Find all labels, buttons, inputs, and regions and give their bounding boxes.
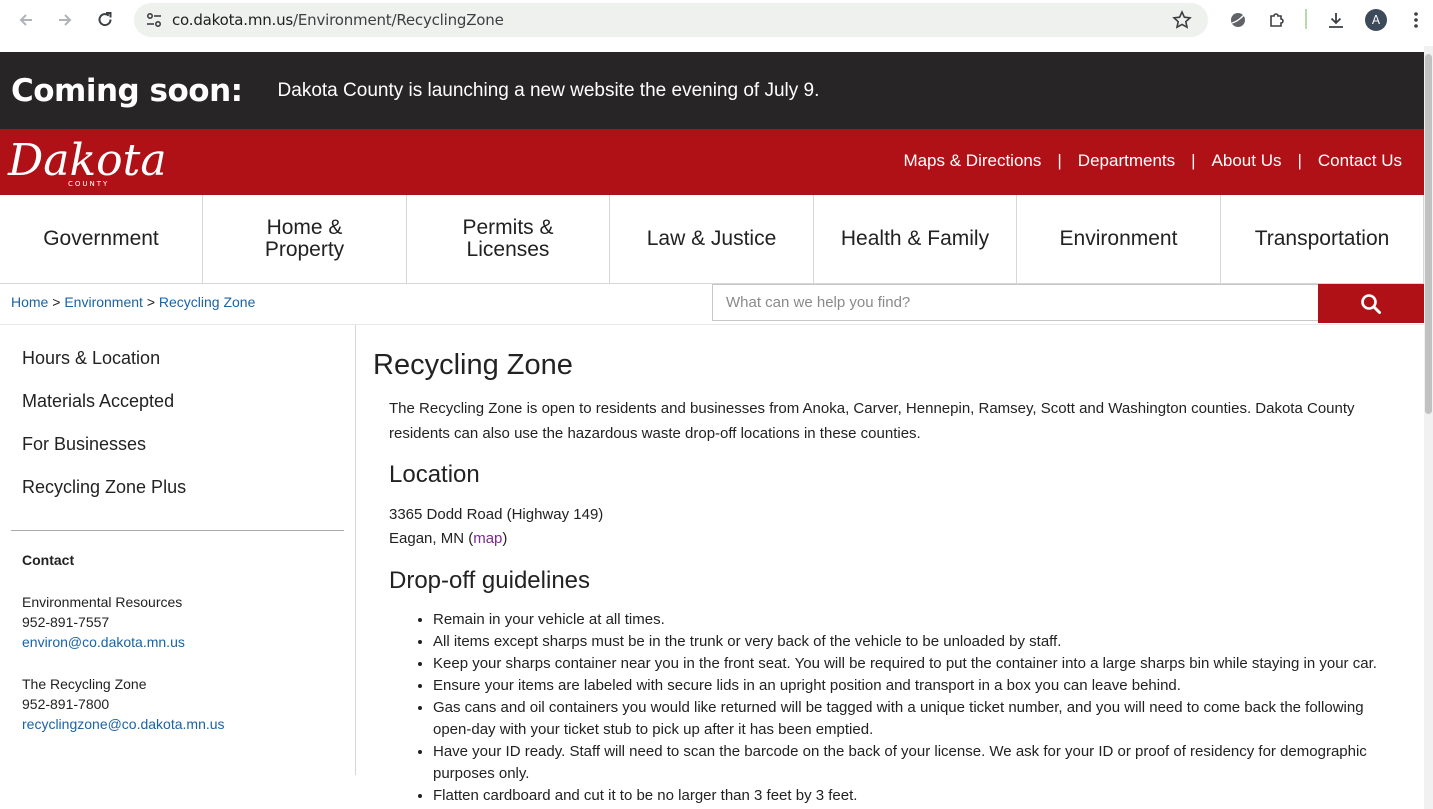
list-item: Ensure your items are labeled with secur… <box>433 675 1393 697</box>
list-item: Flatten cardboard and cut it to be no la… <box>433 785 1393 807</box>
contact-phone: 952-891-7800 <box>22 696 110 712</box>
list-item: All items except sharps must be in the t… <box>433 631 1393 653</box>
maps-directions-link[interactable]: Maps & Directions <box>903 151 1041 171</box>
main-content: Recycling Zone The Recycling Zone is ope… <box>373 325 1413 807</box>
toolbar-divider <box>1305 9 1307 29</box>
sidebar-divider <box>11 530 344 531</box>
logo-subtext: COUNTY <box>68 180 109 188</box>
dropoff-heading: Drop-off guidelines <box>389 567 591 594</box>
utility-links: Maps & Directions | Departments | About … <box>903 151 1402 171</box>
list-item: Keep your sharps container near you in t… <box>433 653 1393 675</box>
nav-environment[interactable]: Environment <box>1017 195 1221 283</box>
dakota-county-logo[interactable]: Dakota COUNTY <box>6 133 176 191</box>
guidelines-list: Remain in your vehicle at all times. All… <box>433 609 1393 807</box>
breadcrumb-environment[interactable]: Environment <box>64 294 143 310</box>
contact-phone: 952-891-7557 <box>22 614 110 630</box>
reload-icon[interactable] <box>85 0 125 40</box>
nav-transportation[interactable]: Transportation <box>1221 195 1424 283</box>
web-page: Coming soon: Dakota County is launching … <box>0 52 1424 809</box>
browser-toolbar: co.dakota.mn.us/Environment/RecyclingZon… <box>0 0 1433 46</box>
util-separator: | <box>1191 151 1196 170</box>
breadcrumb: Home > Environment > Recycling Zone <box>11 294 255 310</box>
nav-health-family[interactable]: Health & Family <box>814 195 1017 283</box>
nav-law-justice[interactable]: Law & Justice <box>610 195 814 283</box>
sidebar-nav: Hours & Location Materials Accepted For … <box>0 325 355 519</box>
search-input[interactable] <box>713 285 1318 320</box>
address-line: 3365 Dodd Road (Highway 149) <box>389 506 604 523</box>
page-scrollbar[interactable] <box>1424 46 1433 809</box>
puzzle-icon[interactable] <box>1265 6 1289 34</box>
search-box <box>712 284 1319 321</box>
sidebar-item-materials-accepted[interactable]: Materials Accepted <box>22 390 355 433</box>
intro-paragraph: The Recycling Zone is open to residents … <box>389 400 1355 442</box>
sidebar-item-for-businesses[interactable]: For Businesses <box>22 433 355 476</box>
main-navigation: Government Home & Property Permits & Lic… <box>0 195 1424 284</box>
forward-icon[interactable] <box>45 0 85 40</box>
list-item: Remain in your vehicle at all times. <box>433 609 1393 631</box>
sidebar-item-recycling-zone-plus[interactable]: Recycling Zone Plus <box>22 476 355 519</box>
site-info-icon[interactable] <box>136 11 172 29</box>
util-separator: | <box>1057 151 1062 170</box>
contact-block: Contact Environmental Resources 952-891-… <box>22 550 225 734</box>
banner-message: Dakota County is launching a new website… <box>277 79 820 101</box>
about-us-link[interactable]: About Us <box>1212 151 1282 171</box>
breadcrumb-home[interactable]: Home <box>11 294 48 310</box>
breadcrumb-separator: > <box>146 294 155 310</box>
download-icon[interactable] <box>1324 6 1348 34</box>
list-item: Gas cans and oil containers you would li… <box>433 697 1393 741</box>
nav-government[interactable]: Government <box>0 195 203 283</box>
address: 3365 Dodd Road (Highway 149) Eagan, MN (… <box>389 503 1413 551</box>
breadcrumb-recycling-zone[interactable]: Recycling Zone <box>159 294 256 310</box>
search-icon <box>1361 293 1381 314</box>
profile-avatar[interactable]: A <box>1364 6 1388 34</box>
map-link[interactable]: map <box>473 530 502 547</box>
site-header: Dakota COUNTY Maps & Directions | Depart… <box>0 129 1424 195</box>
util-separator: | <box>1297 151 1302 170</box>
page-body: Hours & Location Materials Accepted For … <box>0 325 1424 804</box>
extension-icon[interactable] <box>1226 6 1250 34</box>
list-item: Have your ID ready. Staff will need to s… <box>433 741 1393 785</box>
sidebar: Hours & Location Materials Accepted For … <box>0 325 356 775</box>
announcement-banner: Coming soon: Dakota County is launching … <box>0 52 1424 129</box>
contact-email-link[interactable]: environ@co.dakota.mn.us <box>22 634 185 650</box>
nav-home-property[interactable]: Home & Property <box>203 195 407 283</box>
address-line: Eagan, MN (map) <box>389 530 508 547</box>
contact-us-link[interactable]: Contact Us <box>1318 151 1402 171</box>
contact-org: The Recycling Zone <box>22 676 147 692</box>
address-bar[interactable]: co.dakota.mn.us/Environment/RecyclingZon… <box>134 3 1208 37</box>
banner-title: Coming soon: <box>11 72 243 109</box>
page-title: Recycling Zone <box>373 349 573 381</box>
scrollbar-thumb[interactable] <box>1425 54 1432 414</box>
departments-link[interactable]: Departments <box>1078 151 1175 171</box>
back-icon[interactable] <box>6 0 46 40</box>
logo-wordmark: Dakota <box>7 135 167 186</box>
url-text[interactable]: co.dakota.mn.us/Environment/RecyclingZon… <box>172 11 504 29</box>
search-button[interactable] <box>1318 284 1424 323</box>
breadcrumb-search-bar: Home > Environment > Recycling Zone <box>0 284 1424 325</box>
location-heading: Location <box>389 461 480 488</box>
contact-heading: Contact <box>22 552 75 568</box>
contact-email-link[interactable]: recyclingzone@co.dakota.mn.us <box>22 716 225 732</box>
menu-kebab-icon[interactable] <box>1404 6 1428 34</box>
sidebar-item-hours-location[interactable]: Hours & Location <box>22 347 355 390</box>
contact-org: Environmental Resources <box>22 594 183 610</box>
nav-permits-licenses[interactable]: Permits & Licenses <box>407 195 610 283</box>
breadcrumb-separator: > <box>52 294 61 310</box>
bookmark-star-icon[interactable] <box>1172 10 1192 35</box>
